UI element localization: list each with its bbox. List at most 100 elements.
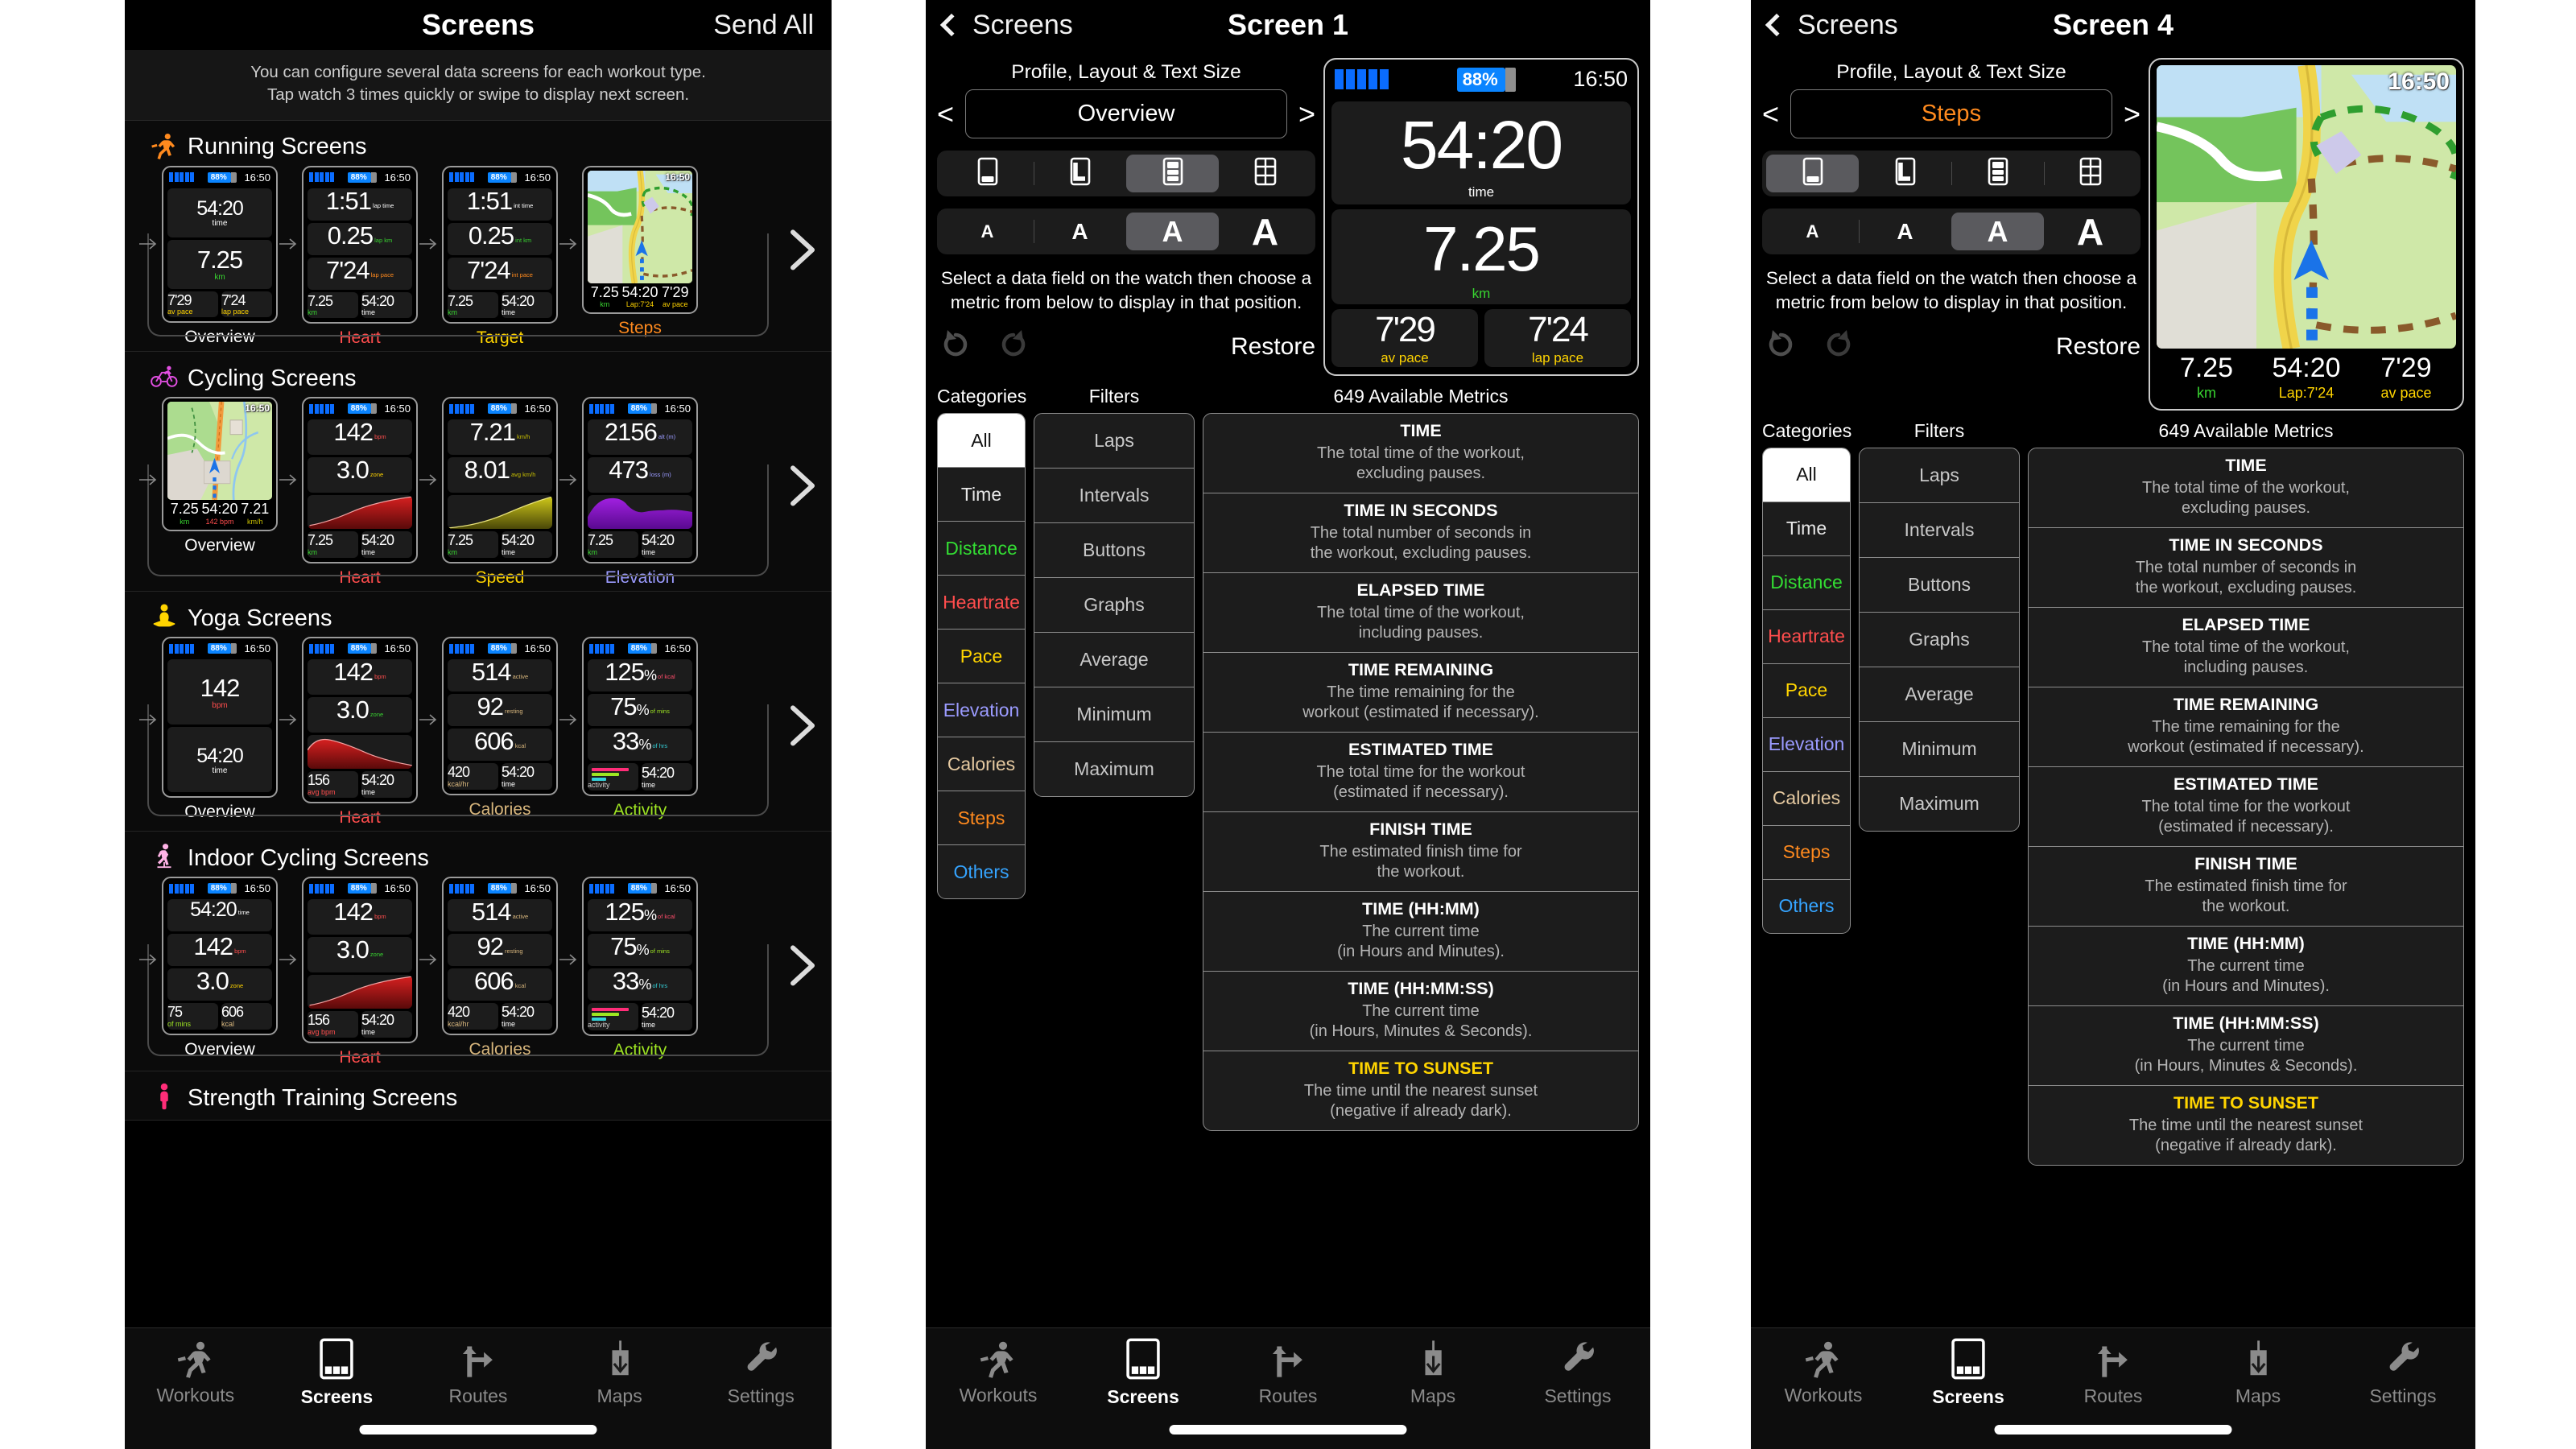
layout-option-3[interactable] [1219,155,1311,192]
category-item[interactable]: Distance [1763,556,1850,610]
metric-item[interactable]: FINISH TIME The estimated finish time for… [2029,847,2463,927]
footer-cell[interactable]: 54:20 time [502,531,552,559]
category-item[interactable]: Heartrate [938,576,1025,630]
tab-maps[interactable]: Maps [549,1339,691,1407]
footer-cell[interactable]: 54:20 Lap:7'24 [621,284,658,309]
screen-thumb[interactable]: 88% 16:50 1:51 int time 0.25 int km 7'24 int pa… [442,165,558,349]
data-cell[interactable]: 75% of mins [588,934,692,967]
footer-cell[interactable]: 420 kcal/hr [448,1003,498,1030]
profile-prev-button[interactable]: < [937,99,954,129]
category-item[interactable]: Others [1763,880,1850,933]
filter-item[interactable]: Graphs [1860,613,2019,667]
filter-item[interactable]: Minimum [1034,687,1194,742]
footer-cell[interactable]: 54:20 time [361,531,412,559]
category-item[interactable]: Distance [938,522,1025,576]
screen-thumb[interactable]: 16:50 7.25 km 54:20 142 bpm 7.21 km/h Overview [162,397,278,555]
data-cell[interactable]: 142 bpm [308,419,412,456]
footer-cell[interactable]: 54:20 time [642,1003,692,1031]
tab-settings[interactable]: Settings [2330,1339,2475,1407]
metrics-list[interactable]: TIME The total time of the workout, exclud… [1203,413,1639,1131]
footer-cell[interactable]: 7.25 km [448,291,498,319]
data-cell[interactable]: 7.25 km [167,239,272,289]
screen-thumb[interactable]: 88% 16:50 7.21 km/h 8.01 avg km/h 7.25 km 54:20 t… [442,397,558,588]
data-cell[interactable]: 606 kcal [448,729,552,762]
metric-item[interactable]: TIME TO SUNSET The time until the nearest… [2029,1086,2463,1165]
category-item[interactable]: Time [1763,502,1850,556]
filters-list[interactable]: Laps Intervals Buttons Graphs Average Minimum… [1859,447,2020,832]
screen-thumb[interactable]: 88% 16:50 142 bpm 3.0 zone 7.25 km 54:20 time Hear… [302,397,418,588]
watch-thumb[interactable]: 88% 16:50 2156 alt (m) 473 loss (m) 7.25 km 54:2… [582,397,698,564]
footer-cell[interactable]: 7'24 lap pace [1484,309,1631,367]
footer-cell[interactable]: 54:20 time [502,763,552,791]
data-cell[interactable]: 33% of hrs [588,729,692,762]
textsize-option-2[interactable]: A [1126,213,1219,250]
filter-item[interactable]: Buttons [1034,523,1194,578]
textsize-segmented-control[interactable]: AAAA [937,208,1315,254]
watch-thumb[interactable]: 88% 16:50 54:20 time 7.25 km 7'29 av pace 7'24 la… [162,165,278,324]
data-cell[interactable]: 125% of kcal [588,659,692,692]
metric-item[interactable]: TIME IN SECONDS The total number of secon… [2029,528,2463,608]
filter-item[interactable]: Minimum [1860,722,2019,777]
layout-option-1[interactable] [1859,155,1951,192]
watch-preview[interactable]: 16:50 7.25 km 54:20 Lap:7'24 7'29 av pace [2149,58,2464,411]
footer-cell[interactable]: 156 avg bpm [308,1011,358,1038]
textsize-option-0[interactable]: A [1766,213,1859,250]
category-item[interactable]: Elevation [1763,718,1850,772]
data-cell[interactable]: 8.01 avg km/h [448,457,552,493]
data-cell[interactable]: 92 resting [448,934,552,967]
data-cell[interactable]: 142 bpm [308,899,412,935]
footer-cell[interactable]: 54:20 time [642,531,692,559]
screen-thumb[interactable]: 88% 16:50 125% of kcal 75% of mins 33% of hrs ac… [582,877,698,1060]
watch-thumb[interactable]: 88% 16:50 125% of kcal 75% of mins 33% of hrs ac… [582,877,698,1037]
undo-button[interactable] [1762,326,1799,367]
tab-screens[interactable]: Screens [1896,1338,2041,1408]
data-cell[interactable]: 54:20 time [1331,101,1631,204]
metrics-list[interactable]: TIME The total time of the workout, exclud… [2028,447,2464,1166]
filter-item[interactable]: Laps [1860,448,2019,503]
metric-item[interactable]: TIME (HH:MM) The current time (in Hours an… [1203,892,1638,972]
footer-cell[interactable]: 156 avg bpm [308,771,358,799]
metric-item[interactable]: TIME TO SUNSET The time until the nearest… [1203,1051,1638,1130]
textsize-option-2[interactable]: A [1951,213,2044,250]
filter-item[interactable]: Buttons [1860,558,2019,613]
metric-graph[interactable] [308,735,412,770]
data-cell[interactable]: 2156 alt (m) [588,419,692,456]
textsize-option-3[interactable]: A [1219,211,1311,253]
watch-face[interactable]: 16:50 7.25 km 54:20 Lap:7'24 7'29 av pace [2149,58,2464,411]
screen-thumb[interactable]: 16:50 7.25 km 54:20 Lap:7'24 7'29 av pace Steps [582,165,698,339]
profile-next-button[interactable]: > [1298,99,1315,129]
category-item[interactable]: Elevation [938,683,1025,737]
layout-segmented-control[interactable] [1762,151,2140,196]
data-cell[interactable]: 473 loss (m) [588,457,692,493]
metric-item[interactable]: TIME (HH:MM:SS) The current time (in Hours… [2029,1006,2463,1086]
watch-face[interactable]: 88% 16:50 54:20 time 7.25 km 7'29 av pace 7'24 la… [1323,58,1639,376]
screen-thumb[interactable]: 88% 16:50 514 active 92 resting 606 kcal 420 kcal… [442,637,558,819]
categories-list[interactable]: All Time Distance Heartrate Pace Elevation Cal… [937,413,1026,899]
filter-item[interactable]: Intervals [1860,503,2019,558]
screen-thumb[interactable]: 88% 16:50 142 bpm 3.0 zone 156 avg bpm 54:20 time… [302,877,418,1067]
metric-item[interactable]: ESTIMATED TIME The total time for the wor… [2029,767,2463,847]
category-item[interactable]: Heartrate [1763,610,1850,664]
data-cell[interactable]: 142 bpm [167,659,272,725]
footer-cell[interactable]: 7.25 km [2157,353,2256,402]
screen-thumb[interactable]: 88% 16:50 54:20 time 142 bpm 3.0 zone 75 of mins 6… [162,877,278,1059]
category-item[interactable]: Steps [1763,826,1850,880]
tab-routes[interactable]: Routes [2041,1339,2186,1407]
data-cell[interactable]: 54:20 time [167,188,272,237]
metric-item[interactable]: ELAPSED TIME The total time of the workou… [1203,573,1638,653]
layout-option-2[interactable] [1951,155,2044,192]
textsize-option-1[interactable]: A [1034,213,1126,250]
metric-graph[interactable] [588,495,692,530]
watch-thumb[interactable]: 88% 16:50 54:20 time 142 bpm 3.0 zone 75 of mins 6… [162,877,278,1036]
metric-item[interactable]: FINISH TIME The estimated finish time for… [1203,812,1638,892]
metric-graph[interactable] [308,495,412,530]
data-cell[interactable]: 75% of mins [588,694,692,727]
category-item[interactable]: Pace [1763,664,1850,718]
textsize-option-3[interactable]: A [2044,211,2136,253]
watch-thumb[interactable]: 16:50 7.25 km 54:20 Lap:7'24 7'29 av pace [582,165,698,315]
layout-option-1[interactable] [1034,155,1126,192]
metric-item[interactable]: TIME REMAINING The time remaining for the… [1203,653,1638,733]
categories-list[interactable]: All Time Distance Heartrate Pace Elevation Cal… [1762,447,1851,934]
tab-routes[interactable]: Routes [407,1339,549,1407]
footer-cell[interactable]: 75 of mins [167,1003,218,1030]
